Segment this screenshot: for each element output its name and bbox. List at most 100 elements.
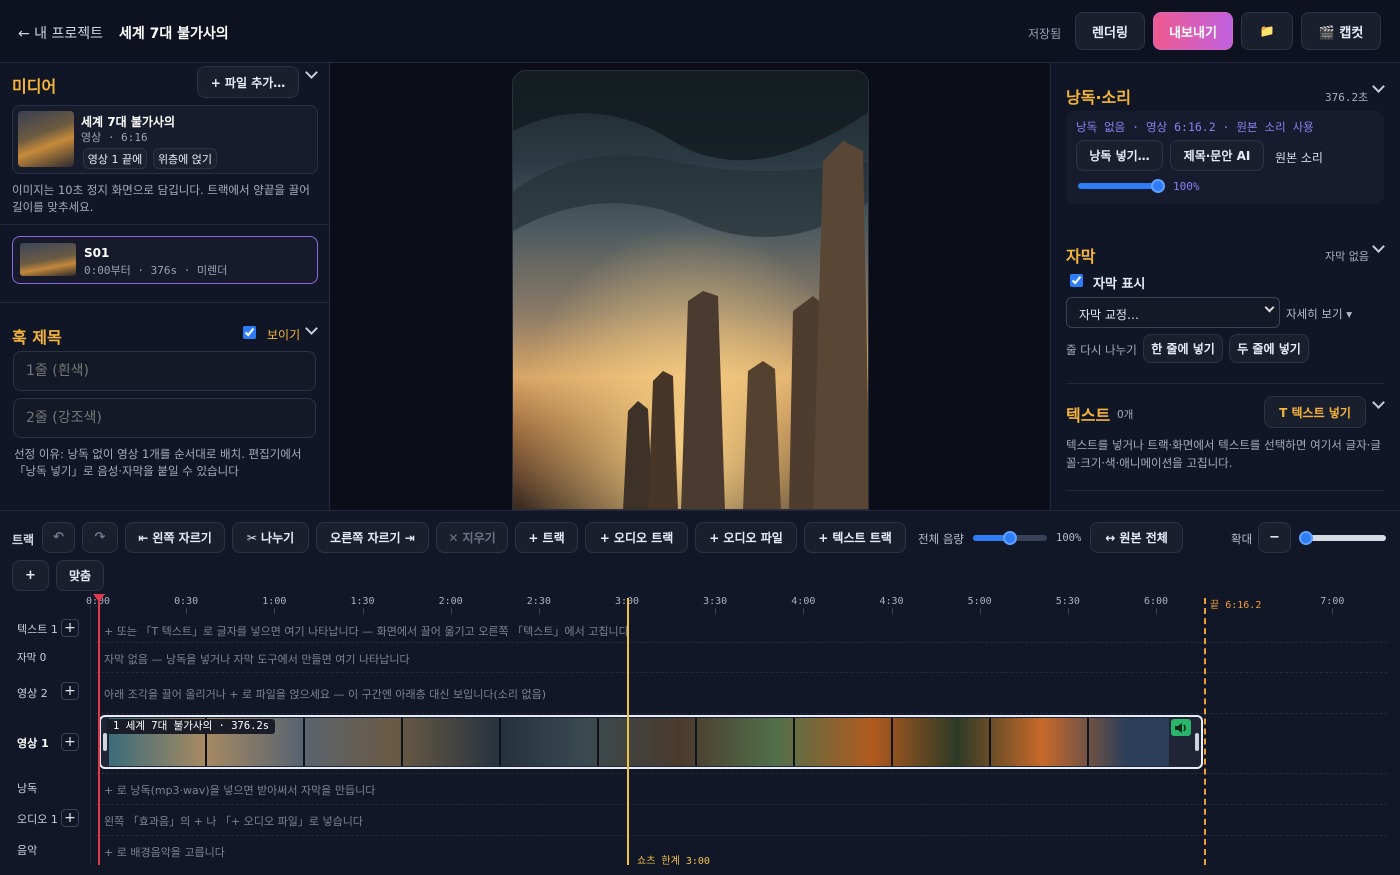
folder-icon: 📁 bbox=[1259, 24, 1275, 38]
hint-narration: + 로 낭독(mp3·wav)을 넣으면 받아써서 자막을 만듭니다 bbox=[104, 784, 376, 797]
hook-visible-checkbox[interactable] bbox=[243, 326, 256, 339]
trim-right-button[interactable]: 오른쪽 자르기 ⇥ bbox=[316, 522, 429, 553]
playhead-handle[interactable] bbox=[93, 594, 105, 602]
hook-reason: 선정 이유: 낭독 없이 영상 1개를 순서대로 배치. 편집기에서 「낭독 넣… bbox=[14, 447, 302, 478]
clip-trim-handle-right[interactable] bbox=[1195, 733, 1199, 751]
add-text1-button[interactable]: + bbox=[61, 619, 79, 637]
subtitle-show-label: 자막 표시 bbox=[1093, 277, 1146, 292]
playhead[interactable] bbox=[98, 598, 100, 865]
title-ai-button[interactable]: 제목·문안 AI bbox=[1170, 140, 1264, 171]
zoom-label: 확대 bbox=[1231, 532, 1253, 546]
narration-volume-knob[interactable] bbox=[1151, 179, 1165, 193]
row-separator bbox=[96, 835, 1388, 836]
narration-volume-track[interactable] bbox=[1078, 183, 1158, 189]
zoom-slider-knob[interactable] bbox=[1299, 531, 1313, 545]
one-line-button[interactable]: 한 줄에 넣기 bbox=[1143, 334, 1223, 363]
end-marker-label: 끝 6:16.2 bbox=[1210, 600, 1262, 611]
video-clip[interactable]: 1 세계 7대 불가사의 · 376.2s bbox=[99, 715, 1203, 769]
export-button[interactable]: 내보내기 bbox=[1153, 12, 1233, 50]
media-title: 미디어 bbox=[12, 77, 57, 96]
media-note: 이미지는 10초 정지 화면으로 담깁니다. 트랙에서 양끝을 끌어 길이를 맞… bbox=[12, 183, 310, 214]
master-volume-knob[interactable] bbox=[1003, 531, 1017, 545]
ruler-tick-label: 6:00 bbox=[1143, 596, 1169, 607]
back-link[interactable]: ← 내 프로젝트 bbox=[18, 23, 103, 43]
ruler-tick-label: 2:00 bbox=[438, 596, 463, 607]
add-narration-button[interactable]: 낭독 넣기… bbox=[1076, 140, 1163, 171]
track-label-narration: 낭독 bbox=[17, 782, 38, 795]
clip-trim-handle-left[interactable] bbox=[103, 733, 107, 751]
master-volume-label: 전체 음량 bbox=[918, 532, 964, 546]
ruler-tick bbox=[1156, 608, 1157, 614]
zoom-slider-track[interactable] bbox=[1302, 535, 1386, 541]
add-file-button[interactable]: + 파일 추가… bbox=[197, 66, 299, 98]
add-text-track-button[interactable]: + 텍스트 트랙 bbox=[804, 522, 906, 553]
ruler-tick-label: 4:00 bbox=[791, 596, 816, 607]
text-count: 0개 bbox=[1117, 409, 1134, 421]
subtitle-detail-link[interactable]: 자세히 보기 ▾ bbox=[1286, 306, 1352, 322]
media-type: 영상 bbox=[81, 131, 102, 144]
hook-line1-input[interactable] bbox=[13, 351, 316, 391]
preview-image bbox=[513, 71, 868, 509]
narration-title: 낭독·소리 bbox=[1066, 88, 1131, 107]
ruler-tick bbox=[186, 608, 188, 614]
render-button[interactable]: 렌더링 bbox=[1075, 12, 1145, 50]
overlay-top-button[interactable]: 위층에 얹기 bbox=[153, 148, 217, 169]
ruler-tick-label: 1:00 bbox=[262, 596, 287, 607]
ruler-tick bbox=[715, 608, 717, 614]
undo-button[interactable]: ↶ bbox=[42, 522, 75, 553]
ruler-tick-label: 3:30 bbox=[703, 596, 728, 607]
zoom-out-button[interactable]: − bbox=[1258, 522, 1291, 553]
subtitle-fix-value: 자막 교정… bbox=[1079, 308, 1139, 322]
redo-button[interactable]: ↷ bbox=[82, 522, 118, 553]
ruler-tick-label: 5:00 bbox=[967, 596, 992, 607]
chevron-down-icon bbox=[1264, 302, 1275, 313]
shorts-limit-label: 쇼츠 한계 3:00 bbox=[637, 856, 710, 867]
subtitle-show-checkbox[interactable] bbox=[1070, 274, 1083, 287]
ruler-tick bbox=[979, 608, 981, 614]
saved-status: 저장됨 bbox=[1028, 27, 1062, 41]
ruler-tick-label: 1:30 bbox=[350, 596, 375, 607]
ruler-tick bbox=[1332, 608, 1334, 614]
media-duration: 6:16 bbox=[121, 131, 148, 144]
folder-button[interactable]: 📁 bbox=[1241, 12, 1293, 50]
zoom-in-button[interactable]: + bbox=[12, 560, 49, 591]
preview-frame[interactable] bbox=[512, 70, 869, 510]
capcut-button[interactable]: 🎬 캡컷 bbox=[1301, 12, 1381, 50]
add-audio-file-button[interactable]: + 오디오 파일 bbox=[695, 522, 797, 553]
shorts-limit-line bbox=[627, 598, 629, 865]
delete-button[interactable]: ✕ 지우기 bbox=[436, 522, 508, 553]
original-all-button[interactable]: ↔ 원본 전체 bbox=[1090, 522, 1183, 553]
hint-audio1: 왼쪽 「효과음」의 + 나 「+ 오디오 파일」로 넣습니다 bbox=[104, 815, 363, 828]
narration-length: 376.2초 bbox=[1325, 91, 1369, 104]
text-panel-desc: 텍스트를 넣거나 트랙·화면에서 텍스트를 선택하면 여기서 글자·글꼴·크기·… bbox=[1066, 438, 1381, 470]
two-line-button[interactable]: 두 줄에 넣기 bbox=[1229, 334, 1309, 363]
scene-status: 미렌더 bbox=[196, 264, 228, 277]
add-audio1-button[interactable]: + bbox=[61, 809, 79, 827]
ruler-tick bbox=[362, 608, 364, 614]
subtitle-status: 자막 없음 bbox=[1325, 250, 1369, 263]
media-item-title: 세계 7대 불가사의 bbox=[81, 115, 175, 129]
track-label-audio1: 오디오 1 bbox=[17, 813, 58, 826]
add-video2-button[interactable]: + bbox=[61, 682, 79, 700]
track-label: 트랙 bbox=[12, 533, 35, 547]
append-video1-button[interactable]: 영상 1 끝에 bbox=[83, 148, 147, 169]
divider bbox=[0, 224, 330, 225]
add-text-button[interactable]: T 텍스트 넣기 bbox=[1264, 396, 1366, 428]
trim-left-button[interactable]: ⇤ 왼쪽 자르기 bbox=[125, 522, 225, 553]
split-button[interactable]: ✂ 나누기 bbox=[232, 522, 309, 553]
fit-button[interactable]: 맞춤 bbox=[56, 560, 104, 591]
ruler-tick bbox=[803, 608, 805, 614]
subtitle-fix-select[interactable]: 자막 교정… bbox=[1066, 297, 1280, 328]
text-panel-title: 텍스트 bbox=[1066, 406, 1111, 425]
speaker-icon[interactable] bbox=[1171, 719, 1191, 736]
add-video1-button[interactable]: + bbox=[61, 733, 79, 751]
scene-meta: 0:00부터 · 376s · 미렌더 bbox=[84, 264, 228, 277]
hint-music: + 로 배경음악을 고릅니다 bbox=[104, 846, 225, 859]
clip-label: 1 세계 7대 불가사의 · 376.2s bbox=[107, 719, 276, 734]
add-audio-track-button[interactable]: + 오디오 트랙 bbox=[585, 522, 688, 553]
ruler-tick bbox=[274, 608, 276, 614]
ruler-tick-label: 2:30 bbox=[526, 596, 551, 607]
add-track-button[interactable]: + 트랙 bbox=[515, 522, 578, 553]
hook-line2-input[interactable] bbox=[13, 398, 316, 438]
row-separator bbox=[96, 713, 1388, 714]
